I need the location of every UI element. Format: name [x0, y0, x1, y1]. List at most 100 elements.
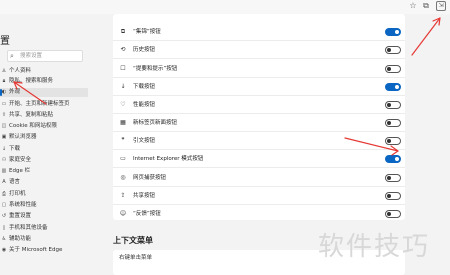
setting-row-history: ⟲ 历史按钮 [113, 41, 405, 59]
sidebar-item-appearance[interactable]: ◐ 外观 [0, 88, 88, 97]
browser-icon: ▣ [1, 134, 7, 140]
profile-icon: ♙ [1, 68, 7, 74]
sidebar-item-cookies[interactable]: ◫ Cookie 和网站权限 [0, 122, 88, 131]
sidebar-item-label: 重置设置 [9, 213, 32, 219]
web-capture-icon: ◎ [120, 174, 126, 181]
sidebar-item-profile[interactable]: ♙ 个人资料 [0, 67, 88, 76]
setting-label: 下载按钮 [133, 84, 156, 90]
system-icon: ▢ [1, 202, 7, 208]
edge-icon: ◉ [1, 247, 7, 253]
language-icon: A [2, 179, 6, 185]
sidebar-item-accessibility[interactable]: ♿︎ 辅助功能 [0, 235, 88, 244]
sidebar-item-label: 个人资料 [9, 68, 32, 74]
sidebar-item-label: 隐私、搜索和服务 [9, 78, 54, 84]
sidebar-item-family[interactable]: ⚇ 家庭安全 [0, 156, 88, 165]
sidebar-item-label: 打印机 [9, 191, 26, 197]
watermark-text: 软件技巧 [318, 232, 431, 262]
sidebar-item-languages[interactable]: A 语言 [0, 178, 88, 187]
sidebar-item-phone[interactable]: ▯ 手机和其他设备 [0, 224, 88, 233]
favorites-icon[interactable]: ☆ [408, 1, 418, 11]
toggle-switch[interactable] [385, 28, 401, 36]
toggle-switch[interactable] [385, 210, 401, 218]
toggle-switch[interactable] [385, 192, 401, 200]
setting-label: 性能按钮 [133, 102, 156, 108]
setting-row-ie-mode: ▭ Internet Explorer 模式按钮 [113, 150, 405, 168]
share-icon: ⇪ [1, 112, 7, 118]
toggle-switch[interactable] [385, 101, 401, 109]
search-placeholder: 搜索设置 [20, 53, 43, 59]
sidebar-item-label: 系统和性能 [9, 202, 37, 208]
setting-row-share: ⇪ 共享按钮 [113, 187, 405, 205]
toggle-switch[interactable] [385, 137, 401, 145]
toggle-switch[interactable] [385, 174, 401, 182]
quote-icon: ❞ [121, 137, 125, 144]
sidebar-item-label: 家庭安全 [9, 157, 32, 163]
download-icon: ↓ [120, 83, 126, 90]
cookie-icon: ◫ [1, 123, 7, 129]
search-input[interactable]: ⌕ 搜索设置 [7, 50, 83, 62]
sidebar-item-label: 关于 Microsoft Edge [9, 247, 63, 253]
toggle-switch[interactable] [385, 119, 401, 127]
sidebar-item-privacy[interactable]: 🔒︎ 隐私、搜索和服务 [0, 77, 88, 86]
download-icon: ↓ [1, 146, 7, 152]
history-icon: ⟲ [120, 46, 126, 53]
ie-icon: ▭ [120, 155, 126, 162]
setting-row-tips: ☐ “提要和提示”按钮 [113, 60, 405, 78]
reset-icon: ↺ [1, 213, 7, 219]
toggle-switch[interactable] [385, 155, 401, 163]
phone-icon: ▯ [2, 225, 6, 231]
toggle-switch[interactable] [385, 65, 401, 73]
feedback-icon: ☺ [119, 210, 127, 217]
setting-row-downloads: ↓ 下载按钮 [113, 78, 405, 96]
sidebar-title: 置 [0, 36, 10, 47]
appearance-icon: ◐ [1, 89, 7, 95]
setting-label: 共享按钮 [133, 193, 156, 199]
new-tab-icon: ▦ [120, 119, 126, 126]
setting-row-performance: ♡ 性能按钮 [113, 96, 405, 114]
tips-icon: ☐ [120, 65, 126, 72]
family-icon: ⚇ [1, 157, 7, 163]
setting-label: Internet Explorer 模式按钮 [133, 156, 204, 162]
setting-row-feedback: ☺ “反馈”按钮 [113, 205, 405, 220]
performance-icon: ♡ [120, 101, 126, 108]
sidebar-item-label: 下载 [9, 146, 21, 152]
sidebar-item-label: Edge 栏 [9, 168, 31, 174]
setting-row-web-capture: ◎ 网页捕获按钮 [113, 169, 405, 187]
toggle-switch[interactable] [385, 83, 401, 91]
sidebar-item-downloads[interactable]: ↓ 下载 [0, 145, 88, 154]
edge-bar-icon: ▥ [1, 168, 7, 174]
setting-label: 历史按钮 [133, 47, 156, 53]
sidebar-item-edge-bar[interactable]: ▥ Edge 栏 [0, 167, 88, 176]
accessibility-icon: ♿︎ [1, 236, 7, 242]
printer-icon: ⎙ [1, 191, 6, 197]
sidebar-item-start-home[interactable]: ▭ 开始、主页和新建标签页 [0, 100, 88, 109]
sidebar-item-share-copy[interactable]: ⇪ 共享、复制和粘贴 [0, 111, 88, 120]
collections-icon[interactable]: ⧉ [421, 1, 431, 11]
sidebar-item-label: 共享、复制和粘贴 [9, 112, 54, 118]
extensions-icon[interactable]: ⇲ [436, 1, 446, 11]
sidebar-item-label: 手机和其他设备 [9, 225, 48, 231]
setting-label: 新标签页新面按钮 [133, 120, 178, 126]
context-menu-item[interactable]: 右键单击菜单 [119, 253, 152, 261]
setting-row-citations: ❞ 引文按钮 [113, 132, 405, 150]
sidebar-item-label: 开始、主页和新建标签页 [9, 101, 70, 107]
setting-row-collections: ⧉ “集锦”按钮 [113, 23, 405, 41]
sidebar-item-about[interactable]: ◉ 关于 Microsoft Edge [0, 246, 88, 255]
sidebar-item-printers[interactable]: ⎙ 打印机 [0, 190, 88, 199]
window-icon: ▭ [1, 101, 7, 107]
setting-label: 引文按钮 [133, 138, 156, 144]
sidebar-item-reset[interactable]: ↺ 重置设置 [0, 212, 88, 221]
lock-icon: 🔒︎ [2, 78, 6, 84]
setting-label: “反馈”按钮 [133, 211, 161, 217]
toggle-switch[interactable] [385, 46, 401, 54]
sidebar-item-label: 外观 [9, 89, 21, 95]
sidebar-item-default-browser[interactable]: ▣ 默认浏览器 [0, 133, 88, 142]
sidebar-item-label: 默认浏览器 [9, 134, 37, 140]
toolbar-buttons-card: ⧉ “集锦”按钮 ⟲ 历史按钮 ☐ “提要和提示”按钮 ↓ 下载按钮 ♡ 性能按… [113, 14, 405, 220]
share-icon: ⇪ [120, 192, 126, 199]
sidebar-item-system[interactable]: ▢ 系统和性能 [0, 201, 88, 210]
sidebar-item-label: 辅助功能 [9, 236, 32, 242]
setting-label: “集锦”按钮 [133, 29, 161, 35]
settings-sidebar: 置 ⌕ 搜索设置 ♙ 个人资料 🔒︎ 隐私、搜索和服务 ◐ 外观 ▭ 开始、主页… [0, 14, 88, 275]
sidebar-item-label: Cookie 和网站权限 [9, 123, 57, 129]
